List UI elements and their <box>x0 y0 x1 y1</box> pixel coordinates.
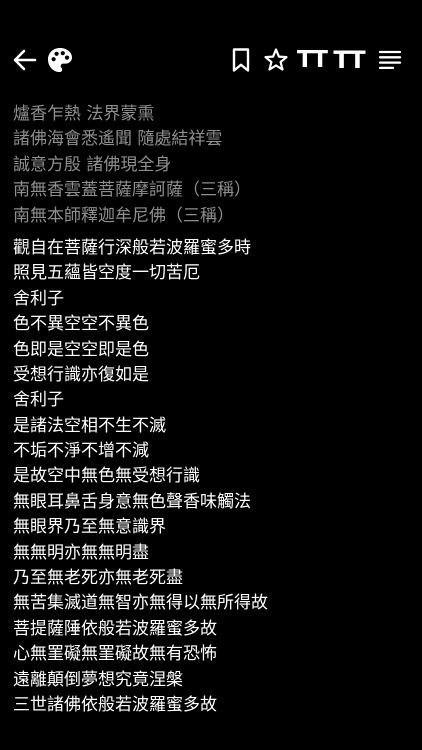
arrow-left-icon <box>13 49 37 71</box>
preface-line: 南無香雲蓋菩薩摩訶薩（三稱） <box>13 180 251 201</box>
sutra-line: 色即是空空即是色 <box>13 339 149 360</box>
sutra-text-block: 觀自在菩薩行深般若波羅蜜多時 照見五蘊皆空度一切苦厄 舍利子 色不異空空不異色 … <box>13 236 413 718</box>
sutra-line: 無苦集滅道無智亦無得以無所得故 <box>13 593 268 614</box>
preface-line: 諸佛海會悉遙聞 隨處結祥雲 <box>13 129 223 150</box>
preface-block: 爐香乍熱 法界蒙熏 諸佛海會悉遙聞 隨處結祥雲 誠意方殷 諸佛現全身 南無香雲蓋… <box>13 102 413 229</box>
decrease-font-button[interactable]: TT <box>296 44 328 76</box>
text-size-increase-icon: TT <box>333 46 365 74</box>
text-size-decrease-icon: TT <box>297 46 328 73</box>
contents-button[interactable] <box>374 44 406 76</box>
sutra-line: 遠離顛倒夢想究竟涅槃 <box>13 669 183 690</box>
sutra-line: 色不異空空不異色 <box>13 314 149 335</box>
sutra-line: 是諸法空相不生不滅 <box>13 415 166 436</box>
favorite-button[interactable] <box>260 44 292 76</box>
sutra-line: 乃至無老死亦無老死盡 <box>13 568 183 589</box>
sutra-line: 菩提薩陲依般若波羅蜜多故 <box>13 618 217 639</box>
increase-font-button[interactable]: TT <box>333 44 365 76</box>
back-button[interactable] <box>9 44 41 76</box>
bookmark-icon <box>232 48 250 72</box>
sutra-line: 三世諸佛依般若波羅蜜多故 <box>13 694 217 715</box>
sutra-line: 照見五蘊皆空度一切苦厄 <box>13 263 200 284</box>
list-icon <box>378 50 402 70</box>
bookmark-button[interactable] <box>225 44 257 76</box>
sutra-line: 無無明亦無無明盡 <box>13 542 149 563</box>
toolbar: TT TT <box>0 40 422 80</box>
sutra-line: 受想行識亦復如是 <box>13 364 149 385</box>
theme-button[interactable] <box>44 44 76 76</box>
sutra-line: 無眼界乃至無意識界 <box>13 517 166 538</box>
sutra-line: 無眼耳鼻舌身意無色聲香味觸法 <box>13 491 251 512</box>
sutra-line: 不垢不淨不增不減 <box>13 441 149 462</box>
star-icon <box>264 48 288 71</box>
sutra-line: 是故空中無色無受想行識 <box>13 466 200 487</box>
preface-line: 爐香乍熱 法界蒙熏 <box>13 104 155 124</box>
sutra-line: 舍利子 <box>13 288 64 309</box>
preface-line: 南無本師釋迦牟尼佛（三稱） <box>13 205 234 226</box>
sutra-line: 心無罣礙無罣礙故無有恐怖 <box>13 644 217 665</box>
sutra-line: 觀自在菩薩行深般若波羅蜜多時 <box>13 237 251 258</box>
palette-icon <box>48 48 72 72</box>
sutra-reader[interactable]: 爐香乍熱 法界蒙熏 諸佛海會悉遙聞 隨處結祥雲 誠意方殷 諸佛現全身 南無香雲蓋… <box>13 102 413 720</box>
preface-line: 誠意方殷 諸佛現全身 <box>13 154 172 175</box>
sutra-line: 舍利子 <box>13 390 64 411</box>
